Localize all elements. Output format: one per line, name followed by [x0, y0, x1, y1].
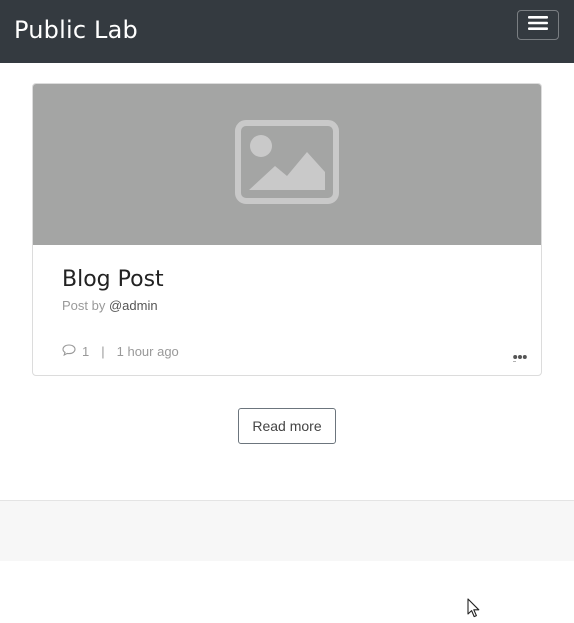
post-byline: Post by @admin	[62, 298, 158, 313]
author-link[interactable]: @admin	[109, 298, 158, 313]
post-time: 1 hour ago	[116, 344, 179, 359]
post-title[interactable]: Blog Post	[62, 267, 164, 292]
mouse-cursor-icon	[467, 598, 481, 623]
top-navbar: Public Lab	[0, 0, 574, 63]
comment-icon	[62, 344, 76, 359]
more-options-icon[interactable]	[513, 349, 527, 367]
page-footer	[0, 500, 574, 561]
comment-count[interactable]: 1	[82, 344, 89, 359]
brand-logo-text[interactable]: Public Lab	[14, 16, 138, 44]
post-meta: 1 | 1 hour ago	[62, 344, 179, 359]
menu-toggle-button[interactable]	[517, 10, 559, 40]
post-image-placeholder[interactable]	[33, 84, 541, 245]
blog-post-card: Blog Post Post by @admin 1 | 1 hour ago	[32, 83, 542, 376]
meta-separator: |	[101, 344, 105, 359]
image-placeholder-icon	[235, 120, 339, 209]
byline-prefix: Post by	[62, 298, 106, 313]
read-more-button[interactable]: Read more	[238, 408, 336, 444]
hamburger-menu-icon	[528, 15, 548, 36]
